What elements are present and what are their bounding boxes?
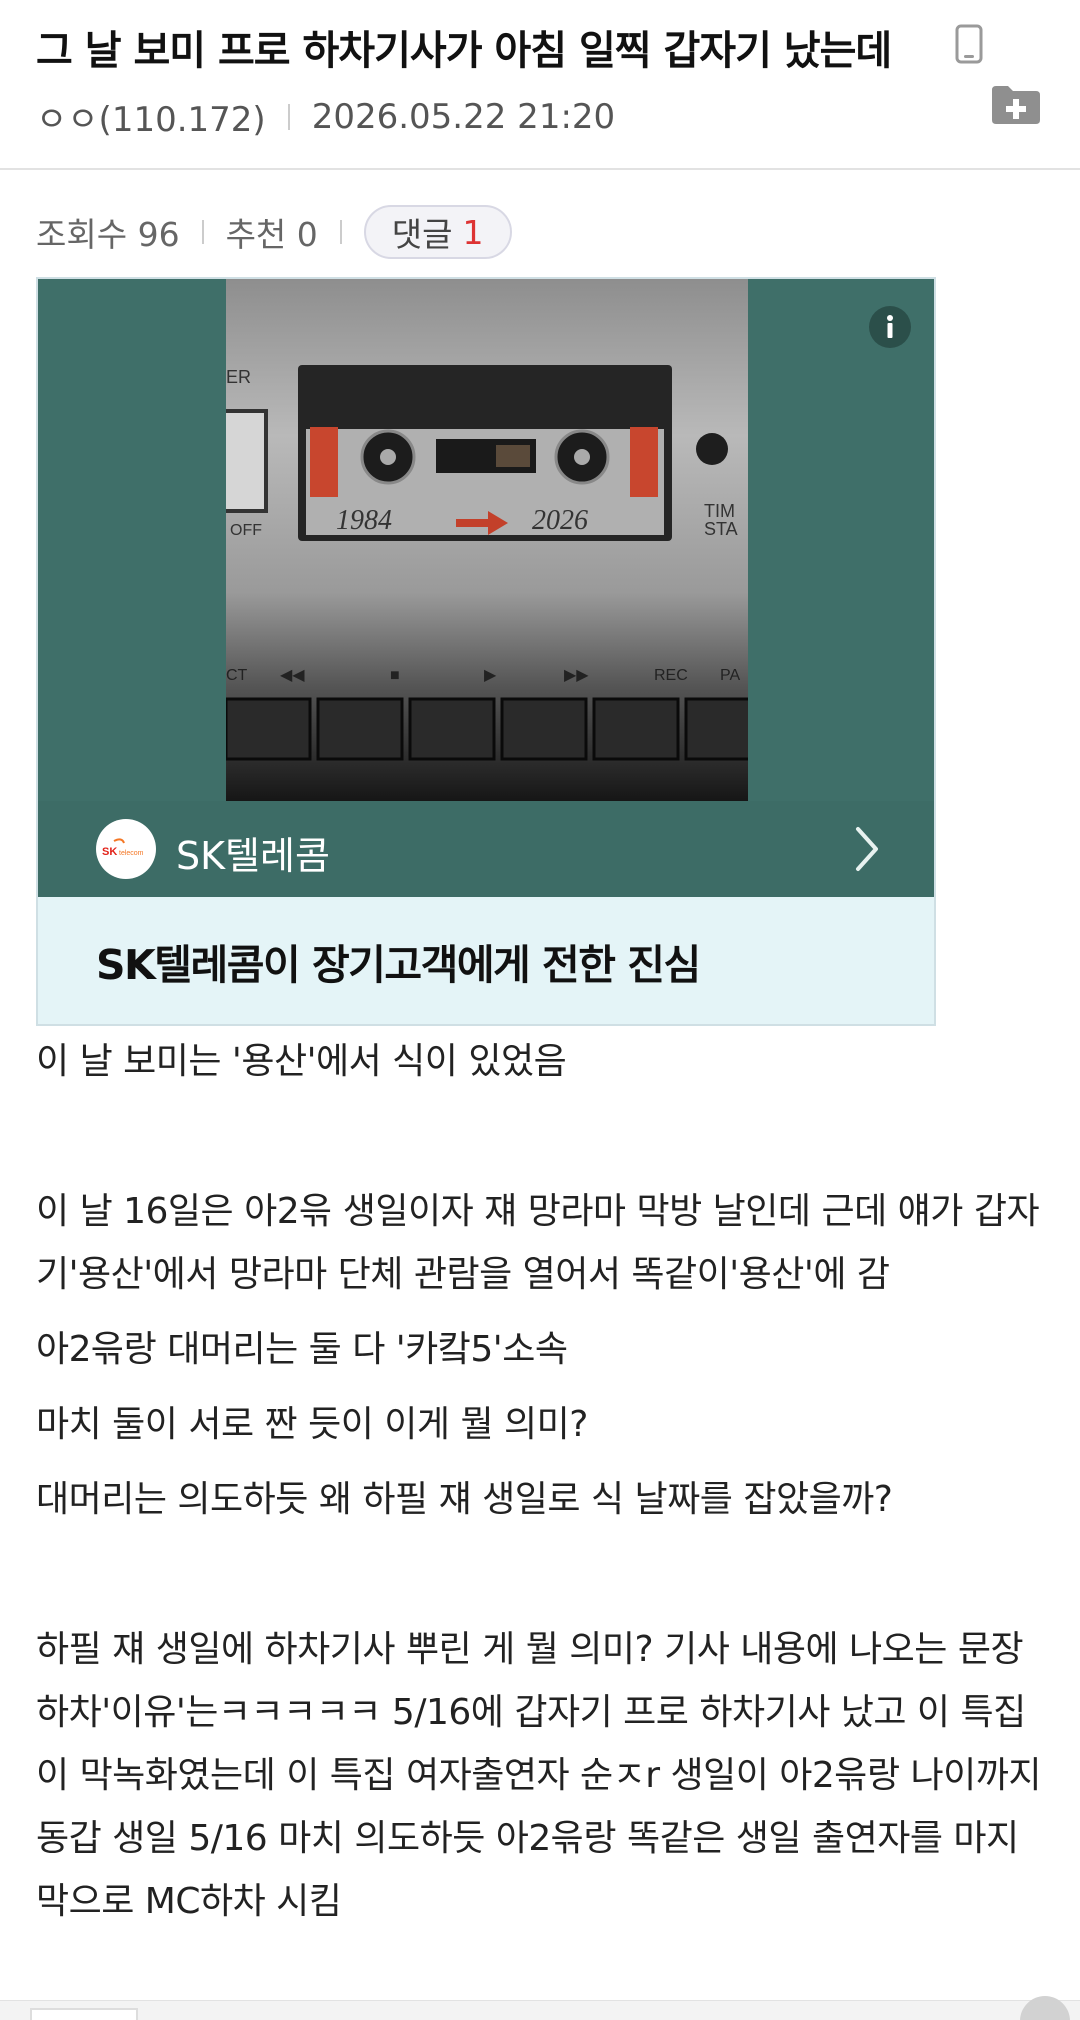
- deck-label: ■: [390, 667, 400, 684]
- body-paragraph: 이 날 16일은 아2윾 생일이자 쟤 망라마 막방 날인데 근데 얘가 갑자기…: [36, 1191, 1040, 1295]
- cassette-deck-illustration: ER OFF 1984 2026 TIM STA CT ◀◀ ■ ▶ ▶▶ RE…: [226, 365, 748, 761]
- cassette-year-start: 1984: [336, 505, 392, 536]
- bottom-tab[interactable]: [30, 2008, 138, 2020]
- body-paragraph: 대머리는 의도하듯 왜 하필 쟤 생일로 식 날짜를 잡았을까?: [36, 1479, 893, 1520]
- deck-label: ER: [226, 367, 251, 387]
- chevron-right-icon[interactable]: [852, 823, 882, 875]
- author-name[interactable]: ㅇㅇ(110.172): [36, 92, 266, 141]
- ad-media[interactable]: ER OFF 1984 2026 TIM STA CT ◀◀ ■ ▶ ▶▶ RE…: [38, 279, 934, 801]
- body-paragraph: 이 날 보미는 '용산'에서 식이 있었음: [36, 1041, 567, 1082]
- meta-divider: [287, 103, 290, 130]
- stats-divider: [339, 220, 342, 244]
- sk-telecom-logo-mark: SK telecom: [102, 838, 144, 858]
- info-icon[interactable]: [868, 305, 912, 349]
- deck-label: ◀◀: [280, 667, 305, 684]
- cassette-deck-image: ER OFF 1984 2026 TIM STA CT ◀◀ ■ ▶ ▶▶ RE…: [226, 279, 748, 801]
- svg-text:SK: SK: [102, 846, 117, 858]
- mobile-phone-icon: [955, 24, 983, 64]
- stats-divider: [201, 220, 204, 244]
- post-body: 이 날 보미는 '용산'에서 식이 있었음 이 날 16일은 아2윾 생일이자 …: [36, 1030, 1046, 1945]
- sk-telecom-logo: SK telecom: [96, 819, 156, 879]
- deck-label: PA: [720, 667, 740, 684]
- post-meta: ㅇㅇ(110.172) 2026.05.22 21:20: [36, 92, 615, 141]
- comment-label: 댓글: [391, 215, 453, 254]
- comment-count: 1: [462, 212, 484, 252]
- body-blank-line: [36, 1105, 1046, 1168]
- deck-label: ▶▶: [564, 667, 589, 684]
- body-blank-line: [36, 1543, 1046, 1606]
- cassette-year-end: 2026: [532, 505, 588, 536]
- post-datetime: 2026.05.22 21:20: [311, 96, 616, 137]
- deck-label: STA: [704, 519, 738, 539]
- post-stats: 조회수 96 추천 0 댓글 1: [36, 205, 512, 259]
- view-count: 조회수 96: [36, 215, 180, 254]
- deck-label: OFF: [230, 522, 262, 539]
- ad-brand-bar[interactable]: SK telecom SK텔레콤: [38, 801, 934, 897]
- deck-label: CT: [226, 667, 248, 684]
- ad-card[interactable]: ER OFF 1984 2026 TIM STA CT ◀◀ ■ ▶ ▶▶ RE…: [36, 277, 936, 1026]
- post-title: 그 날 보미 프로 하차기사가 아침 일찍 갑자기 났는데: [36, 28, 892, 74]
- recommend-count: 추천 0: [225, 215, 318, 254]
- folder-add-icon[interactable]: [990, 82, 1042, 126]
- deck-label: TIM: [704, 501, 735, 521]
- body-paragraph: 마치 둘이 서로 짠 듯이 이게 뭘 의미?: [36, 1404, 588, 1445]
- body-paragraph: 하필 쟤 생일에 하차기사 뿌린 게 뭘 의미? 기사 내용에 나오는 문장 하…: [36, 1629, 1042, 1922]
- body-paragraph: 아2윾랑 대머리는 둘 다 '카캌5'소속: [36, 1329, 568, 1370]
- post-header: 그 날 보미 프로 하차기사가 아침 일찍 갑자기 났는데 ㅇㅇ(110.172…: [0, 0, 1080, 170]
- svg-text:telecom: telecom: [119, 850, 144, 857]
- ad-headline[interactable]: SK텔레콤이 장기고객에게 전한 진심: [96, 931, 701, 991]
- comment-button[interactable]: 댓글 1: [363, 205, 512, 259]
- ad-brand-name: SK텔레콤: [176, 834, 330, 878]
- deck-label: REC: [654, 667, 688, 684]
- deck-label: ▶: [484, 667, 497, 684]
- bottom-toolbar: [0, 2000, 1080, 2020]
